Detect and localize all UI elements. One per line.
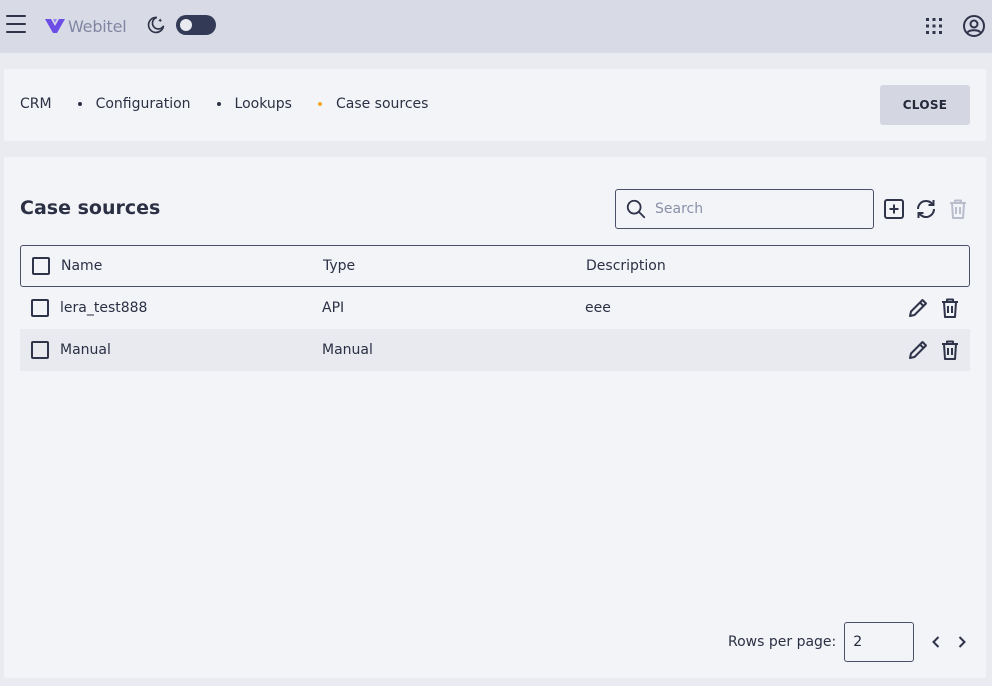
breadcrumb-case-sources: Case sources: [335, 96, 429, 112]
rows-per-page-input[interactable]: [844, 622, 915, 662]
row-actions: [906, 338, 962, 362]
moon-icon: [147, 16, 165, 34]
column-header-description[interactable]: Description: [586, 258, 969, 274]
cell-type: Manual: [322, 342, 373, 358]
column-header-type[interactable]: Type: [323, 258, 586, 274]
close-button[interactable]: CLOSE: [880, 85, 970, 125]
cell-name: lera_test888: [60, 300, 148, 316]
table-header: Name Type Description: [20, 245, 970, 287]
breadcrumb-crm[interactable]: CRM: [20, 96, 52, 112]
row-actions: [906, 296, 962, 320]
breadcrumb: CRM Configuration Lookups Case sources: [20, 96, 428, 112]
trash-icon[interactable]: [938, 296, 962, 320]
case-sources-table: Name Type Description lera_test888 API e…: [20, 245, 970, 371]
webitel-logo-icon: [45, 19, 65, 33]
account-circle-icon[interactable]: [962, 14, 986, 38]
refresh-icon[interactable]: [914, 197, 938, 221]
breadcrumb-bar: CRM Configuration Lookups Case sources C…: [4, 69, 986, 141]
content-card: Case sources Name Type Description le: [4, 157, 986, 678]
breadcrumb-separator: [216, 102, 221, 106]
pencil-icon[interactable]: [906, 296, 930, 320]
add-box-icon[interactable]: [882, 197, 906, 221]
trash-icon[interactable]: [938, 338, 962, 362]
column-header-name[interactable]: Name: [61, 258, 323, 274]
top-app-bar: Webitel: [0, 0, 992, 53]
apps-grid-icon[interactable]: [926, 18, 942, 34]
table-row[interactable]: Manual Manual: [20, 329, 970, 371]
cell-type: API: [322, 300, 345, 316]
menu-icon[interactable]: [6, 15, 26, 35]
breadcrumb-configuration[interactable]: Configuration: [96, 96, 191, 112]
logo-text: Webitel: [68, 16, 127, 36]
select-all-checkbox[interactable]: [32, 257, 50, 275]
row-checkbox[interactable]: [31, 341, 49, 359]
search-icon: [626, 199, 646, 219]
toggle-knob: [180, 19, 192, 31]
cell-description: eee: [585, 300, 611, 316]
rows-per-page-label: Rows per page:: [728, 634, 837, 650]
table-row[interactable]: lera_test888 API eee: [20, 287, 970, 329]
cell-name: Manual: [60, 342, 111, 358]
breadcrumb-separator: [77, 102, 82, 106]
theme-toggle[interactable]: [176, 15, 216, 35]
chevron-left-icon[interactable]: [928, 634, 944, 650]
chevron-right-icon[interactable]: [954, 634, 970, 650]
webitel-logo[interactable]: Webitel: [44, 14, 127, 38]
breadcrumb-separator-active: [317, 102, 322, 106]
pagination: Rows per page:: [728, 622, 970, 662]
delete-selected-icon[interactable]: [946, 197, 970, 221]
page-title: Case sources: [20, 197, 161, 219]
search-input[interactable]: [655, 201, 855, 217]
pencil-icon[interactable]: [906, 338, 930, 362]
breadcrumb-lookups[interactable]: Lookups: [235, 96, 292, 112]
row-checkbox[interactable]: [31, 299, 49, 317]
search-box[interactable]: [615, 189, 874, 229]
